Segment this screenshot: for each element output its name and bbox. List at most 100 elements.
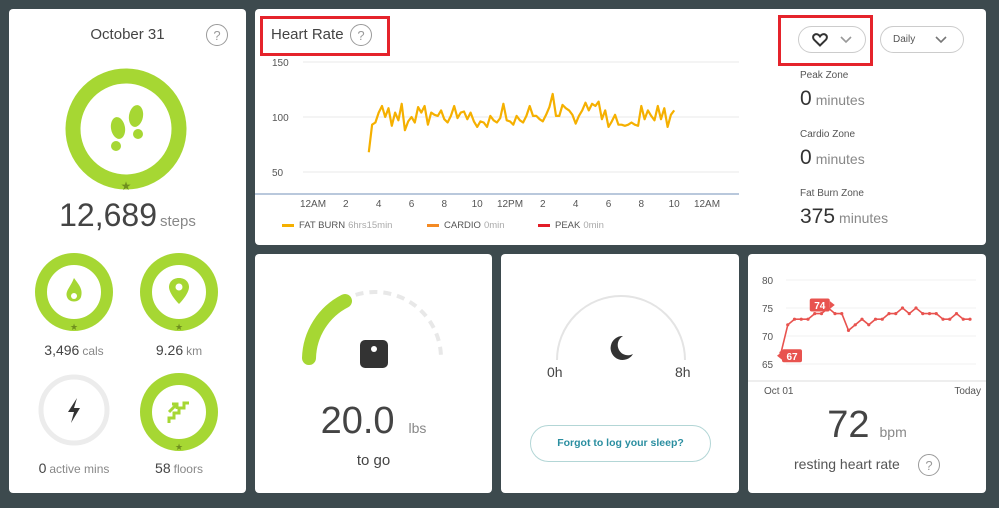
- hr-x-tick-label: 8: [442, 199, 448, 210]
- distance-unit: km: [186, 344, 203, 358]
- rhr-point: [894, 312, 898, 316]
- rhr-point: [968, 317, 972, 321]
- active-minutes-ring[interactable]: [35, 371, 113, 449]
- sleep-card: 0h 8h Forgot to log your sleep?: [501, 254, 739, 493]
- rhr-point: [846, 328, 851, 332]
- rhr-x-tick-start: Oct 01: [764, 386, 794, 397]
- legend-peak-label: PEAK: [555, 220, 581, 231]
- period-select[interactable]: Daily: [880, 26, 964, 53]
- rhr-point: [792, 317, 797, 321]
- rhr-point: [860, 317, 864, 321]
- calories-goal-star: ★: [70, 322, 78, 332]
- heart-rate-title: Heart Rate: [271, 26, 344, 43]
- hr-x-tick-label: 6: [606, 199, 612, 210]
- floors-goal-star: ★: [175, 442, 183, 452]
- scale-icon: [360, 340, 388, 368]
- floors-unit: floors: [173, 462, 203, 476]
- rhr-point: [867, 323, 871, 327]
- legend-peak: PEAK 0min: [538, 220, 604, 231]
- heart-rate-chart: 150 100 50 12AM 2 4 6 8 10 12PM 2 4 6 8 10 12AM: [255, 58, 739, 210]
- rhr-point: [914, 306, 918, 310]
- rhr-point: [887, 312, 891, 316]
- resting-heart-rate-card[interactable]: 80 75 70 65 Oct 01 Today 67 74 72 bpm resting he…: [748, 254, 986, 493]
- hr-x-tick-label: 12AM: [300, 199, 326, 210]
- sleep-end-label: 8h: [675, 364, 691, 380]
- legend-cardio-sub: 0min: [483, 220, 505, 231]
- flame-icon: [66, 278, 82, 302]
- rhr-point: [900, 306, 905, 310]
- stairs-icon: [167, 401, 189, 423]
- summary-help-icon[interactable]: ?: [206, 24, 228, 46]
- sleep-start-label: 0h: [547, 364, 563, 380]
- rhr-point: [961, 317, 965, 321]
- legend-fat-burn: FAT BURN 6hrs15min: [282, 220, 392, 231]
- resting-unit: bpm: [879, 424, 907, 440]
- rhr-point: [948, 317, 952, 321]
- hr-x-tick-label: 2: [343, 199, 349, 210]
- legend-cardio: CARDIO 0min: [427, 220, 505, 231]
- zone-peak-value: 0: [800, 87, 812, 110]
- zone-peak-unit: minutes: [815, 92, 865, 108]
- zone-fat-burn-value: 375: [800, 205, 836, 228]
- hr-x-tick-label: 2: [540, 199, 546, 210]
- rhr-point: [819, 312, 824, 316]
- calories-value: 3,496: [44, 342, 80, 358]
- rhr-point: [880, 317, 884, 321]
- steps-icon: [110, 105, 144, 151]
- bolt-icon: [68, 398, 80, 423]
- floors-ring[interactable]: ★: [138, 371, 220, 453]
- floors-stat: 58 floors: [116, 460, 242, 476]
- zone-peak-label: Peak Zone: [800, 70, 849, 81]
- rhr-y-tick-label: 80: [762, 276, 774, 287]
- log-sleep-button[interactable]: Forgot to log your sleep?: [530, 425, 711, 462]
- daily-summary-card: October 31 ? ★ 12,689steps ★ 3,496cals: [9, 9, 246, 493]
- rhr-point: [873, 317, 878, 321]
- steps-value: 12,689: [59, 197, 157, 233]
- rhr-line: [780, 306, 970, 353]
- zone-cardio-label: Cardio Zone: [800, 129, 856, 140]
- period-select-label: Daily: [893, 34, 916, 45]
- legend-fat-burn-label: FAT BURN: [299, 220, 346, 231]
- legend-fat-burn-sub: 6hrs15min: [348, 220, 393, 231]
- active-unit: active mins: [49, 462, 110, 476]
- zone-fat-burn-label: Fat Burn Zone: [800, 188, 864, 199]
- rhr-point: [921, 312, 925, 316]
- rhr-point: [840, 312, 844, 316]
- rhr-point: [907, 312, 911, 316]
- hr-x-tick-label: 4: [573, 199, 579, 210]
- hr-x-tick-label: 6: [409, 199, 415, 210]
- rhr-point: [833, 312, 837, 316]
- hr-y-tick-label: 50: [272, 168, 284, 179]
- steps-unit: steps: [160, 213, 196, 230]
- zone-cardio-value: 0: [800, 146, 812, 169]
- hr-y-tick-label: 150: [272, 58, 289, 69]
- steps-stat: 12,689 steps: [9, 197, 246, 234]
- moon-icon: [610, 335, 633, 360]
- hr-fat-burn-line: [367, 92, 676, 153]
- distance-ring[interactable]: ★: [138, 251, 220, 333]
- rhr-point: [786, 323, 790, 327]
- steps-ring[interactable]: ★: [63, 66, 189, 192]
- rhr-y-tick-label: 75: [762, 304, 774, 315]
- resting-heart-rate-chart: 80 75 70 65 Oct 01 Today 67 74: [748, 276, 986, 397]
- rhr-point: [806, 317, 810, 321]
- weight-card[interactable]: 20.0 lbs to go: [255, 254, 492, 493]
- distance-value: 9.26: [155, 342, 184, 358]
- zone-cardio-stat: 0 minutes: [800, 146, 865, 170]
- rhr-point: [934, 312, 938, 316]
- weight-stat: 20.0 lbs: [255, 400, 492, 443]
- zone-peak-stat: 0 minutes: [800, 87, 865, 111]
- heart-rate-card: Heart Rate ? 150 100 50 12AM 2 4 6 8 10 12PM 2 4 6 8 1…: [255, 9, 986, 245]
- rhr-point: [954, 312, 959, 316]
- resting-help-icon[interactable]: ?: [918, 454, 940, 476]
- heart-rate-help-icon[interactable]: ?: [350, 24, 372, 46]
- heart-metric-select[interactable]: [798, 26, 866, 53]
- location-pin-icon: [169, 278, 189, 304]
- calories-ring[interactable]: ★: [33, 251, 115, 333]
- rhr-point: [853, 323, 857, 327]
- hr-x-tick-label: 10: [669, 199, 681, 210]
- floors-value: 58: [155, 460, 171, 476]
- chevron-down-icon: [840, 35, 852, 43]
- zone-fat-burn-stat: 375 minutes: [800, 205, 888, 229]
- hr-x-tick-label: 10: [472, 199, 484, 210]
